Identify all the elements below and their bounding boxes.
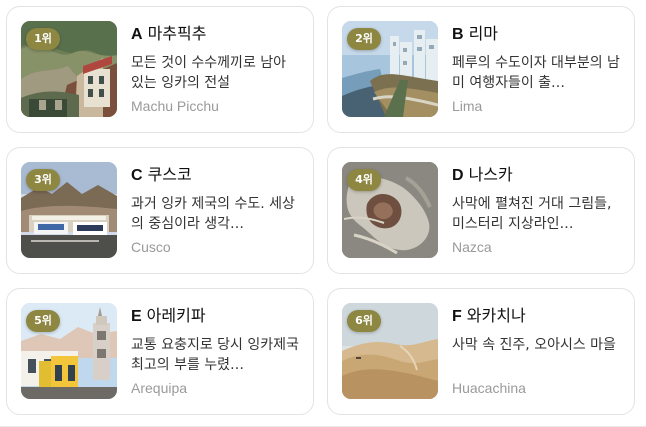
arequipa-thumbnail[interactable]: 5위 — [21, 303, 117, 399]
destination-title[interactable]: B 리마 — [452, 23, 620, 45]
destination-letter: F — [452, 308, 462, 325]
destination-english-name: Cusco — [131, 239, 171, 255]
destination-english-name: Arequipa — [131, 380, 188, 396]
destination-name: 나스카 — [468, 165, 513, 184]
destination-description: 교통 요충지로 당시 잉카제국 최고의 부를 누렸… — [131, 337, 299, 373]
destination-title[interactable]: C 쿠스코 — [131, 164, 299, 186]
destination-name: 와카치나 — [466, 306, 526, 325]
destination-name: 마추픽추 — [147, 24, 207, 43]
destination-english-name: Lima — [452, 98, 483, 114]
destination-title[interactable]: A 마추픽추 — [131, 23, 299, 45]
destination-card-nazca[interactable]: 4위 D 나스카 사막에 펼쳐진 거대 그림들, 미스터리 지상라인… Nazca — [327, 147, 635, 274]
rank-badge: 4위 — [347, 169, 381, 191]
destination-description: 과거 잉카 제국의 수도. 세상의 중심이라 생각… — [131, 196, 295, 232]
destination-description: 페루의 수도이자 대부분의 남미 여행자들이 출… — [452, 55, 620, 91]
cusco-thumbnail[interactable]: 3위 — [21, 162, 117, 258]
rank-badge: 1위 — [26, 28, 60, 50]
destination-card-huacachina[interactable]: 6위 F 와카치나 사막 속 진주, 오아시스 마을 Huacachina — [327, 288, 635, 415]
lima-thumbnail[interactable]: 2위 — [342, 21, 438, 117]
rank-badge: 2위 — [347, 28, 381, 50]
destination-name: 리마 — [468, 24, 499, 43]
destination-english-name: Machu Picchu — [131, 98, 219, 114]
destination-card-lima[interactable]: 2위 B 리마 페루의 수도이자 대부분의 남미 여행자들이 출… Lima — [327, 6, 635, 133]
destination-english-name: Huacachina — [452, 380, 526, 396]
destination-english-name: Nazca — [452, 239, 492, 255]
destination-name: 쿠스코 — [147, 165, 192, 184]
destination-name: 아레키파 — [146, 306, 206, 325]
destination-card-arequipa[interactable]: 5위 E 아레키파 교통 요충지로 당시 잉카제국 최고의 부를 누렸… Areq… — [6, 288, 314, 415]
rank-badge: 6위 — [347, 310, 381, 332]
machu-picchu-thumbnail[interactable]: 1위 — [21, 21, 117, 117]
destination-letter: B — [452, 26, 464, 43]
destination-description: 사막에 펼쳐진 거대 그림들, 미스터리 지상라인… — [452, 196, 612, 232]
rank-badge: 3위 — [26, 169, 60, 191]
destination-title[interactable]: D 나스카 — [452, 164, 620, 186]
destination-title[interactable]: E 아레키파 — [131, 305, 299, 327]
destination-letter: C — [131, 167, 143, 184]
destination-letter: D — [452, 167, 464, 184]
huacachina-thumbnail[interactable]: 6위 — [342, 303, 438, 399]
destination-description: 사막 속 진주, 오아시스 마을 — [452, 337, 616, 353]
destination-title[interactable]: F 와카치나 — [452, 305, 620, 327]
destination-letter: A — [131, 26, 143, 43]
rank-badge: 5위 — [26, 310, 60, 332]
destination-card-cusco[interactable]: 3위 C 쿠스코 과거 잉카 제국의 수도. 세상의 중심이라 생각… Cusco — [6, 147, 314, 274]
destination-description: 모든 것이 수수께끼로 남아 있는 잉카의 전설 — [131, 55, 287, 91]
nazca-thumbnail[interactable]: 4위 — [342, 162, 438, 258]
destination-card-machu-picchu[interactable]: 1위 A 마추픽추 모든 것이 수수께끼로 남아 있는 잉카의 전설 Machu … — [6, 6, 314, 133]
destination-letter: E — [131, 308, 142, 325]
